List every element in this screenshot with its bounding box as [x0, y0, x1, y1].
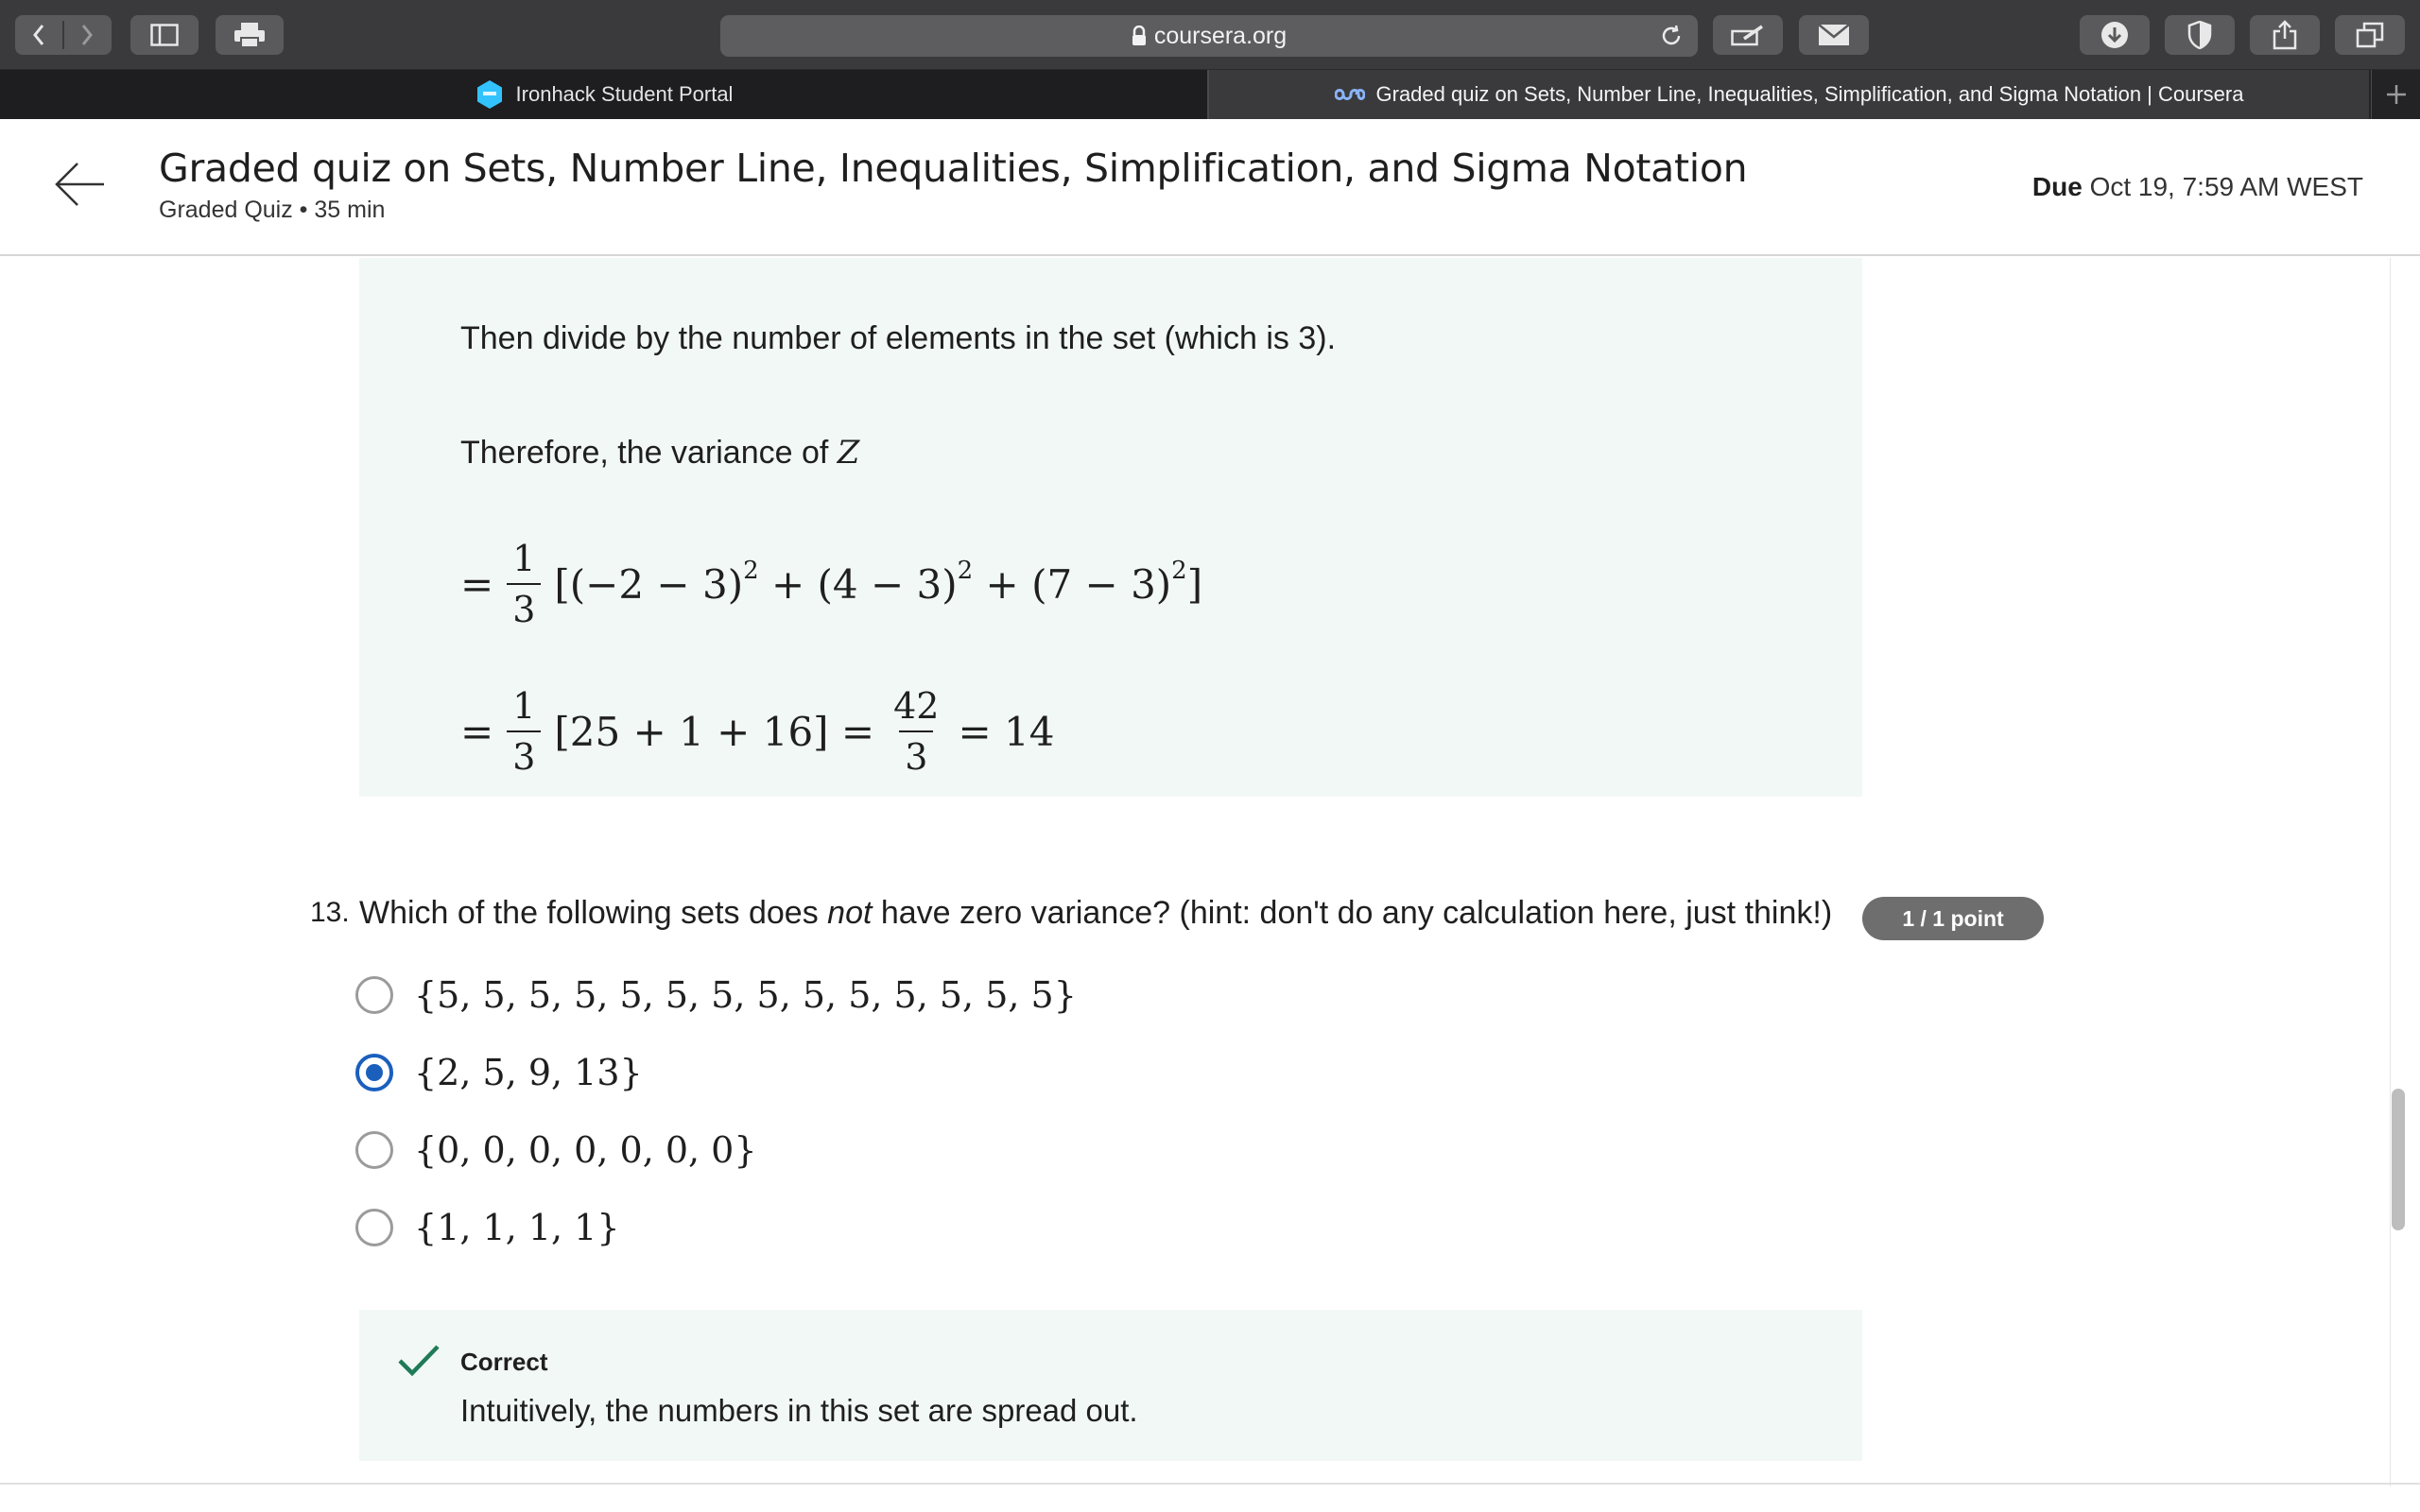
- scrollbar-track: [2390, 258, 2391, 1486]
- due-date: Due Oct 19, 7:59 AM WEST: [2032, 172, 2363, 202]
- share-button[interactable]: [2250, 15, 2320, 55]
- new-tab-button[interactable]: [2371, 70, 2420, 119]
- denominator: 3: [899, 730, 934, 778]
- arrow-left-icon[interactable]: [53, 161, 106, 208]
- fraction: 42 3: [888, 685, 944, 778]
- previous-explanation: Then divide by the number of elements in…: [359, 258, 1862, 797]
- page-bottom-divider: [0, 1483, 2420, 1485]
- plus-icon: [2386, 85, 2406, 104]
- tab-ironhack[interactable]: Ironhack Student Portal: [0, 70, 1207, 119]
- page-title: Graded quiz on Sets, Number Line, Inequa…: [159, 146, 1748, 191]
- radio-button[interactable]: [355, 1209, 393, 1246]
- question-emphasis: not: [827, 895, 873, 931]
- address-bar[interactable]: coursera.org: [720, 15, 1698, 57]
- exponent: 2: [1171, 557, 1187, 585]
- question-number: 13.: [310, 897, 350, 928]
- expression-part: = 14: [958, 708, 1055, 755]
- sidebar-icon: [150, 24, 179, 46]
- tab-strip: Ironhack Student Portal Graded quiz on S…: [0, 70, 2420, 119]
- reload-icon[interactable]: [1658, 23, 1685, 49]
- answer-option-selected[interactable]: {2, 5, 9, 13}: [355, 1044, 643, 1101]
- back-forward-buttons[interactable]: [15, 15, 112, 55]
- expression-part: ]: [1186, 560, 1203, 608]
- explanation-text: Therefore, the variance of: [460, 435, 838, 471]
- due-label: Due: [2031, 172, 2083, 201]
- markup-button[interactable]: [1713, 15, 1783, 55]
- expression-part: + (7 − 3): [973, 560, 1172, 608]
- feedback-status: Correct: [460, 1348, 548, 1376]
- tab-label: Graded quiz on Sets, Number Line, Inequa…: [1375, 82, 2244, 106]
- explanation-line: Then divide by the number of elements in…: [460, 320, 1337, 356]
- shield-icon: [2187, 21, 2212, 49]
- expression-part: [25 + 1 + 16] =: [554, 708, 875, 755]
- fraction: 1 3: [507, 538, 542, 630]
- radio-button[interactable]: [355, 1131, 393, 1169]
- numerator: 1: [512, 685, 536, 727]
- tab-coursera[interactable]: Graded quiz on Sets, Number Line, Inequa…: [1209, 70, 2369, 119]
- question-text-part: Which of the following sets does: [359, 895, 828, 931]
- equation-2: = 1 3 [25 + 1 + 16] = 42 3 = 14: [460, 685, 1054, 778]
- markup-icon: [1731, 25, 1763, 46]
- quiz-header: Graded quiz on Sets, Number Line, Inequa…: [0, 119, 2420, 256]
- lock-icon: [1132, 26, 1146, 45]
- feedback-panel: Correct Intuitively, the numbers in this…: [359, 1310, 1862, 1461]
- tabs-icon: [2356, 22, 2384, 48]
- privacy-button[interactable]: [2165, 15, 2235, 55]
- browser-toolbar: coursera.org: [0, 0, 2420, 70]
- due-value: Oct 19, 7:59 AM WEST: [2089, 172, 2363, 201]
- chevron-left-icon: [33, 21, 93, 49]
- print-button[interactable]: [216, 15, 284, 55]
- quiz-content[interactable]: Then divide by the number of elements in…: [0, 258, 2420, 1512]
- url-text: coursera.org: [1153, 22, 1288, 49]
- numerator: 1: [512, 538, 536, 579]
- downloads-button[interactable]: [2080, 15, 2150, 55]
- share-icon: [2273, 20, 2297, 50]
- denominator: 3: [507, 583, 542, 630]
- exponent: 2: [957, 557, 974, 585]
- tab-overview-button[interactable]: [2335, 15, 2405, 55]
- answer-option[interactable]: {1, 1, 1, 1}: [355, 1199, 620, 1256]
- expression-part: [(−2 − 3): [554, 560, 744, 608]
- sidebar-button[interactable]: [130, 15, 199, 55]
- math-variable: Z: [837, 434, 860, 472]
- answer-option[interactable]: {5, 5, 5, 5, 5, 5, 5, 5, 5, 5, 5, 5, 5, …: [355, 967, 1077, 1023]
- question-text-part: have zero variance? (hint: don't do any …: [872, 895, 1833, 931]
- equals-sign: =: [460, 560, 494, 608]
- ironhack-logo-icon: [476, 80, 502, 109]
- radio-button-checked[interactable]: [355, 1054, 393, 1091]
- equation-1: = 1 3 [(−2 − 3) 2 + (4 − 3) 2 + (7 − 3) 2 ]: [460, 538, 1202, 630]
- feedback-text: Intuitively, the numbers in this set are…: [460, 1393, 1138, 1428]
- coursera-logo-icon: [1334, 89, 1365, 100]
- expression-part: + (4 − 3): [758, 560, 958, 608]
- denominator: 3: [507, 730, 542, 778]
- print-icon: [234, 23, 265, 48]
- option-label: {5, 5, 5, 5, 5, 5, 5, 5, 5, 5, 5, 5, 5, …: [414, 974, 1077, 1016]
- exponent: 2: [743, 557, 759, 585]
- points-badge: 1 / 1 point: [1862, 897, 2044, 940]
- checkmark-icon: [398, 1345, 440, 1377]
- equals-sign: =: [460, 708, 494, 755]
- scrollbar-thumb[interactable]: [2392, 1089, 2405, 1230]
- answer-option[interactable]: {0, 0, 0, 0, 0, 0, 0}: [355, 1122, 757, 1178]
- tab-label: Ironhack Student Portal: [515, 82, 734, 106]
- mail-button[interactable]: [1799, 15, 1869, 55]
- download-icon: [2101, 22, 2128, 48]
- quiz-meta: Graded Quiz • 35 min: [159, 197, 386, 223]
- option-label: {0, 0, 0, 0, 0, 0, 0}: [414, 1129, 757, 1171]
- radio-button[interactable]: [355, 976, 393, 1014]
- explanation-line: Therefore, the variance of Z: [460, 434, 859, 472]
- question-text: Which of the following sets does not hav…: [359, 895, 1832, 932]
- numerator: 42: [893, 685, 940, 727]
- option-label: {1, 1, 1, 1}: [414, 1207, 620, 1248]
- mail-icon: [1818, 24, 1850, 45]
- fraction: 1 3: [507, 685, 542, 778]
- option-label: {2, 5, 9, 13}: [414, 1052, 643, 1093]
